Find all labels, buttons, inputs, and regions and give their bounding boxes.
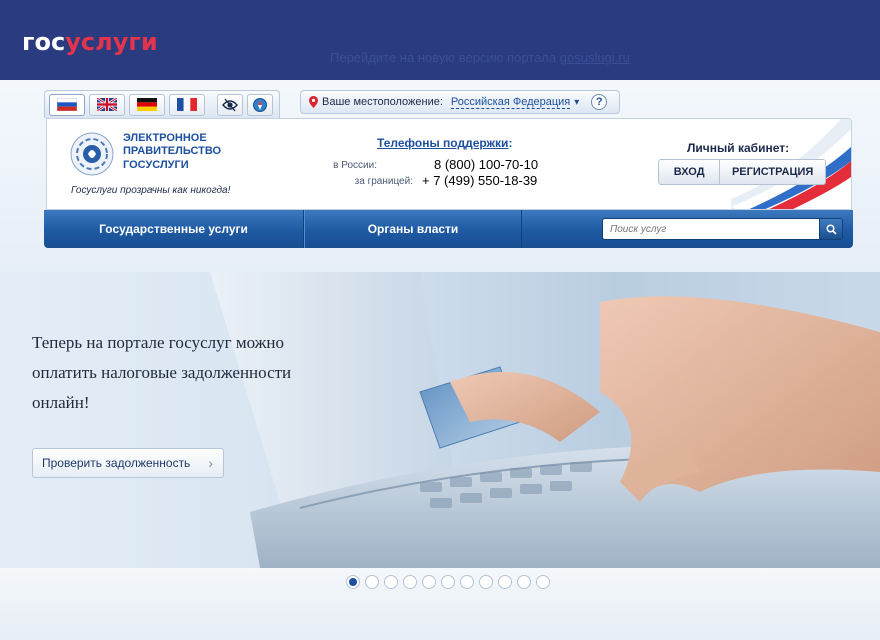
uk-flag-icon bbox=[97, 98, 117, 111]
carousel-dot[interactable] bbox=[536, 575, 550, 589]
login-button[interactable]: ВХОД bbox=[659, 160, 721, 184]
lang-en-button[interactable] bbox=[89, 93, 125, 116]
laptop-payment-illustration bbox=[210, 272, 880, 568]
header-card: ЭЛЕКТРОННОЕ ПРАВИТЕЛЬСТВО ГОСУСЛУГИ Госу… bbox=[46, 118, 852, 210]
register-button[interactable]: РЕГИСТРАЦИЯ bbox=[720, 160, 825, 184]
abroad-phone: + 7 (499) 550-18-39 bbox=[422, 173, 538, 188]
help-icon[interactable]: ? bbox=[591, 94, 608, 110]
gosuslugi-logo[interactable]: госуслуги bbox=[22, 28, 158, 56]
search-button[interactable] bbox=[819, 218, 843, 240]
lang-ru-button[interactable] bbox=[49, 93, 85, 116]
carousel-dot[interactable] bbox=[384, 575, 398, 589]
support-title[interactable]: Телефоны поддержки: bbox=[377, 136, 512, 150]
main-nav: Государственные услуги Органы власти bbox=[44, 210, 853, 248]
carousel-dot[interactable] bbox=[422, 575, 436, 589]
nav-gov-services[interactable]: Государственные услуги bbox=[44, 210, 304, 248]
new-version-notice[interactable]: Перейдите на новую версию портала gosusl… bbox=[330, 50, 630, 65]
carousel-dot[interactable] bbox=[346, 575, 360, 589]
map-pin-icon bbox=[309, 96, 318, 108]
search-icon bbox=[825, 223, 837, 235]
compass-icon bbox=[253, 97, 267, 112]
cabinet-buttons: ВХОД РЕГИСТРАЦИЯ bbox=[658, 159, 826, 185]
carousel-dot[interactable] bbox=[365, 575, 379, 589]
location-label: Ваше местоположение: bbox=[322, 96, 443, 108]
carousel-dot[interactable] bbox=[403, 575, 417, 589]
slogan: Госуслуги прозрачны как никогда! bbox=[71, 185, 231, 196]
russia-phone-label: в России: bbox=[333, 160, 377, 171]
hero-banner: Теперь на портале госуслуг можно оплатит… bbox=[0, 272, 880, 568]
navigator-button[interactable] bbox=[247, 93, 273, 116]
carousel-dot[interactable] bbox=[517, 575, 531, 589]
carousel-dot[interactable] bbox=[460, 575, 474, 589]
carousel-dot[interactable] bbox=[441, 575, 455, 589]
carousel-dot[interactable] bbox=[498, 575, 512, 589]
brand-title-line2: ПРАВИТЕЛЬСТВО bbox=[123, 145, 222, 157]
abroad-phone-label: за границей: bbox=[354, 176, 413, 187]
lang-fr-button[interactable] bbox=[169, 93, 205, 116]
hero-text: Теперь на портале госуслуг можно оплатит… bbox=[32, 333, 292, 412]
location-selector[interactable]: Российская Федерация bbox=[450, 96, 571, 109]
egov-emblem-icon[interactable] bbox=[69, 131, 115, 177]
france-flag-icon bbox=[177, 98, 197, 111]
brand-title-line3: ГОСУСЛУГИ bbox=[123, 159, 189, 171]
check-debt-button[interactable]: Проверить задолженность › bbox=[32, 448, 224, 478]
low-vision-button[interactable] bbox=[217, 93, 243, 116]
carousel-dot[interactable] bbox=[479, 575, 493, 589]
lang-de-button[interactable] bbox=[129, 93, 165, 116]
carousel-pagination bbox=[346, 575, 550, 589]
cabinet-title: Личный кабинет: bbox=[687, 141, 790, 155]
russia-phone: 8 (800) 100-70-10 bbox=[434, 157, 539, 172]
nav-authorities[interactable]: Органы власти bbox=[304, 210, 522, 248]
top-bar: госуслуги Перейдите на новую версию порт… bbox=[0, 0, 880, 80]
search-input[interactable] bbox=[602, 218, 820, 240]
germany-flag-icon bbox=[137, 98, 157, 111]
brand-title-line1: ЭЛЕКТРОННОЕ bbox=[123, 132, 207, 144]
eye-icon bbox=[222, 98, 238, 111]
chevron-right-icon: › bbox=[208, 455, 213, 471]
chevron-down-icon[interactable]: ▾ bbox=[574, 97, 579, 108]
location-bar: Ваше местоположение: Российская Федераци… bbox=[300, 90, 620, 114]
russia-flag-icon bbox=[57, 98, 77, 111]
language-switcher bbox=[44, 90, 280, 118]
